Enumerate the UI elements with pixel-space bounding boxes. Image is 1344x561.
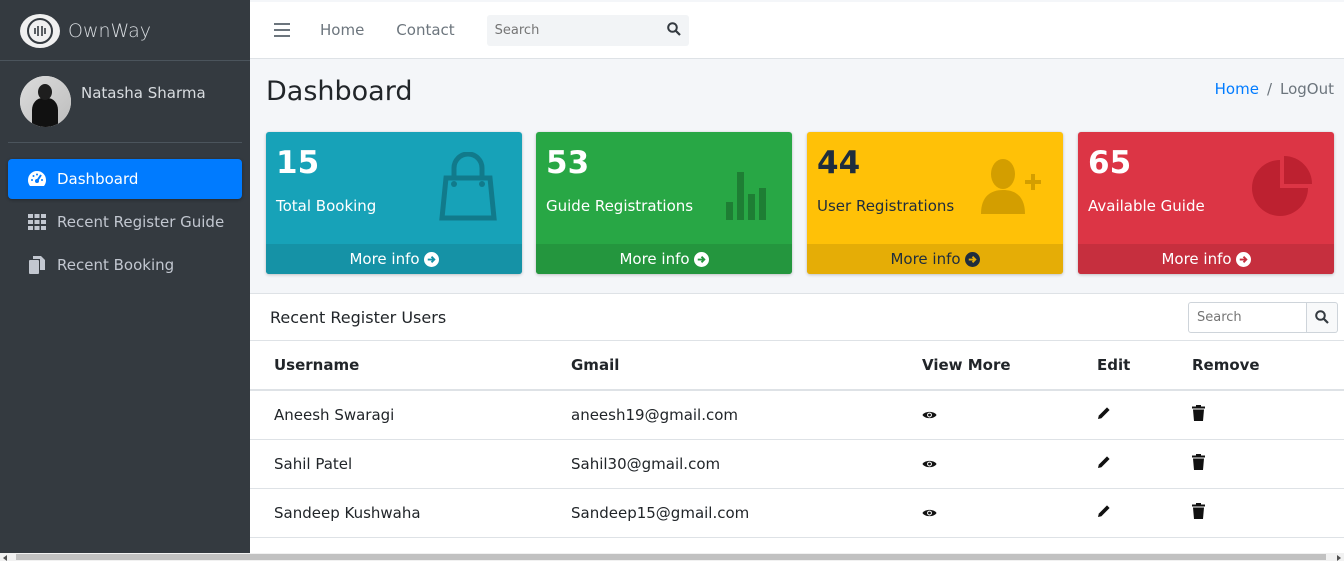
arrow-circle-right-icon: [693, 251, 709, 267]
horizontal-scrollbar[interactable]: [0, 553, 1344, 561]
eye-icon[interactable]: [922, 508, 937, 518]
more-info-label: More info: [1161, 250, 1232, 268]
sidebar-item-dashboard[interactable]: Dashboard: [8, 159, 242, 199]
shopping-bag-icon: [439, 152, 497, 221]
stat-label: Available Guide: [1088, 197, 1205, 215]
breadcrumb: Home / LogOut: [1215, 80, 1334, 98]
card-header: Recent Register Users: [250, 294, 1344, 341]
trash-icon[interactable]: [1192, 453, 1205, 470]
breadcrumb-logout[interactable]: LogOut: [1280, 80, 1334, 98]
table-row: Sandeep Kushwaha Sandeep15@gmail.com: [250, 488, 1344, 538]
eye-icon[interactable]: [922, 459, 937, 469]
trash-icon[interactable]: [1192, 502, 1205, 519]
brand-name: OwnWay: [68, 20, 151, 42]
cell-username: Sandeep Kushwaha: [250, 488, 547, 538]
user-plus-icon: [981, 159, 1041, 214]
stat-box-total-booking: 15 Total Booking More info: [266, 132, 522, 274]
user-name[interactable]: Natasha Sharma: [81, 84, 206, 102]
scrollbar-thumb[interactable]: [16, 554, 1326, 560]
arrow-circle-right-icon: [964, 251, 980, 267]
navbar-search-input[interactable]: [494, 22, 645, 38]
card-title: Recent Register Users: [270, 307, 447, 327]
navbar-search: [486, 14, 689, 46]
more-info-label: More info: [890, 250, 961, 268]
tachometer-icon: [26, 168, 48, 190]
table-search-button[interactable]: [1307, 301, 1338, 333]
nav-link-contact[interactable]: Contact: [396, 21, 454, 39]
table-search-input[interactable]: [1188, 301, 1307, 333]
nav-link-home[interactable]: Home: [320, 21, 364, 39]
avatar[interactable]: [20, 76, 71, 127]
column-header-gmail: Gmail: [547, 341, 898, 391]
table-row: Aneesh Swaragi aneesh19@gmail.com: [250, 390, 1344, 440]
stat-box-guide-registrations: 53 Guide Registrations More info: [536, 132, 792, 274]
column-header-view-more: View More: [898, 341, 1073, 391]
cell-username: Sahil Patel: [250, 439, 547, 489]
sidebar-nav: Dashboard Recent Register Guide Recent B…: [0, 143, 250, 285]
breadcrumb-separator: /: [1266, 80, 1272, 98]
stat-label: User Registrations: [817, 197, 955, 215]
cell-gmail: Sandeep15@gmail.com: [547, 488, 898, 538]
menu-toggle-icon[interactable]: [274, 23, 290, 37]
more-info-link[interactable]: More info: [807, 244, 1063, 274]
pie-chart-icon: [1252, 156, 1312, 216]
table-search: [1188, 301, 1338, 333]
pencil-icon[interactable]: [1097, 406, 1111, 420]
column-header-username: Username: [250, 341, 547, 391]
copy-icon: [26, 254, 48, 276]
pencil-icon[interactable]: [1097, 504, 1111, 518]
page-title: Dashboard: [266, 76, 413, 107]
stat-label: Total Booking: [276, 197, 377, 215]
table-row: Sahil Patel Sahil30@gmail.com: [250, 439, 1344, 489]
column-header-edit: Edit: [1073, 341, 1168, 391]
users-table: Username Gmail View More Edit Remove Ane…: [250, 341, 1344, 538]
stat-value: 53: [546, 145, 590, 181]
more-info-link[interactable]: More info: [536, 244, 792, 274]
sidebar-item-label: Recent Register Guide: [57, 213, 225, 231]
cell-gmail: Sahil30@gmail.com: [547, 439, 898, 489]
column-header-remove: Remove: [1168, 341, 1344, 391]
brand-logo-icon: [20, 14, 60, 48]
sidebar-item-recent-register-guide[interactable]: Recent Register Guide: [8, 202, 242, 242]
stat-value: 65: [1088, 145, 1132, 181]
recent-users-card: Recent Register Users Username Gmail Vie…: [250, 293, 1344, 553]
bar-chart-icon: [726, 172, 766, 220]
sidebar-item-label: Recent Booking: [57, 256, 175, 274]
eye-icon[interactable]: [922, 410, 937, 420]
arrow-circle-right-icon: [1235, 251, 1251, 267]
breadcrumb-home[interactable]: Home: [1215, 80, 1259, 98]
user-panel[interactable]: Natasha Sharma: [8, 61, 242, 143]
top-navbar: Home Contact: [250, 2, 1344, 59]
trash-icon[interactable]: [1192, 404, 1205, 421]
brand-link[interactable]: OwnWay: [0, 2, 250, 61]
search-icon[interactable]: [666, 21, 681, 40]
stat-value: 15: [276, 145, 320, 181]
more-info-link[interactable]: More info: [266, 244, 522, 274]
table-header-row: Username Gmail View More Edit Remove: [250, 341, 1344, 391]
search-icon: [1315, 310, 1329, 324]
cell-username: Aneesh Swaragi: [250, 390, 547, 440]
cell-gmail: aneesh19@gmail.com: [547, 390, 898, 440]
sidebar-item-recent-booking[interactable]: Recent Booking: [8, 245, 242, 285]
scroll-left-icon[interactable]: [3, 555, 7, 561]
stat-box-available-guide: 65 Available Guide More info: [1078, 132, 1334, 274]
more-info-label: More info: [349, 250, 420, 268]
grid-icon: [26, 211, 48, 233]
more-info-label: More info: [619, 250, 690, 268]
stat-box-user-registrations: 44 User Registrations More info: [807, 132, 1063, 274]
scroll-right-icon[interactable]: [1337, 555, 1341, 561]
more-info-link[interactable]: More info: [1078, 244, 1334, 274]
sidebar: OwnWay Natasha Sharma Dashboard Recent R…: [0, 0, 250, 553]
arrow-circle-right-icon: [423, 251, 439, 267]
stat-label: Guide Registrations: [546, 197, 694, 215]
stat-value: 44: [817, 145, 861, 181]
sidebar-item-label: Dashboard: [57, 170, 139, 188]
pencil-icon[interactable]: [1097, 455, 1111, 469]
